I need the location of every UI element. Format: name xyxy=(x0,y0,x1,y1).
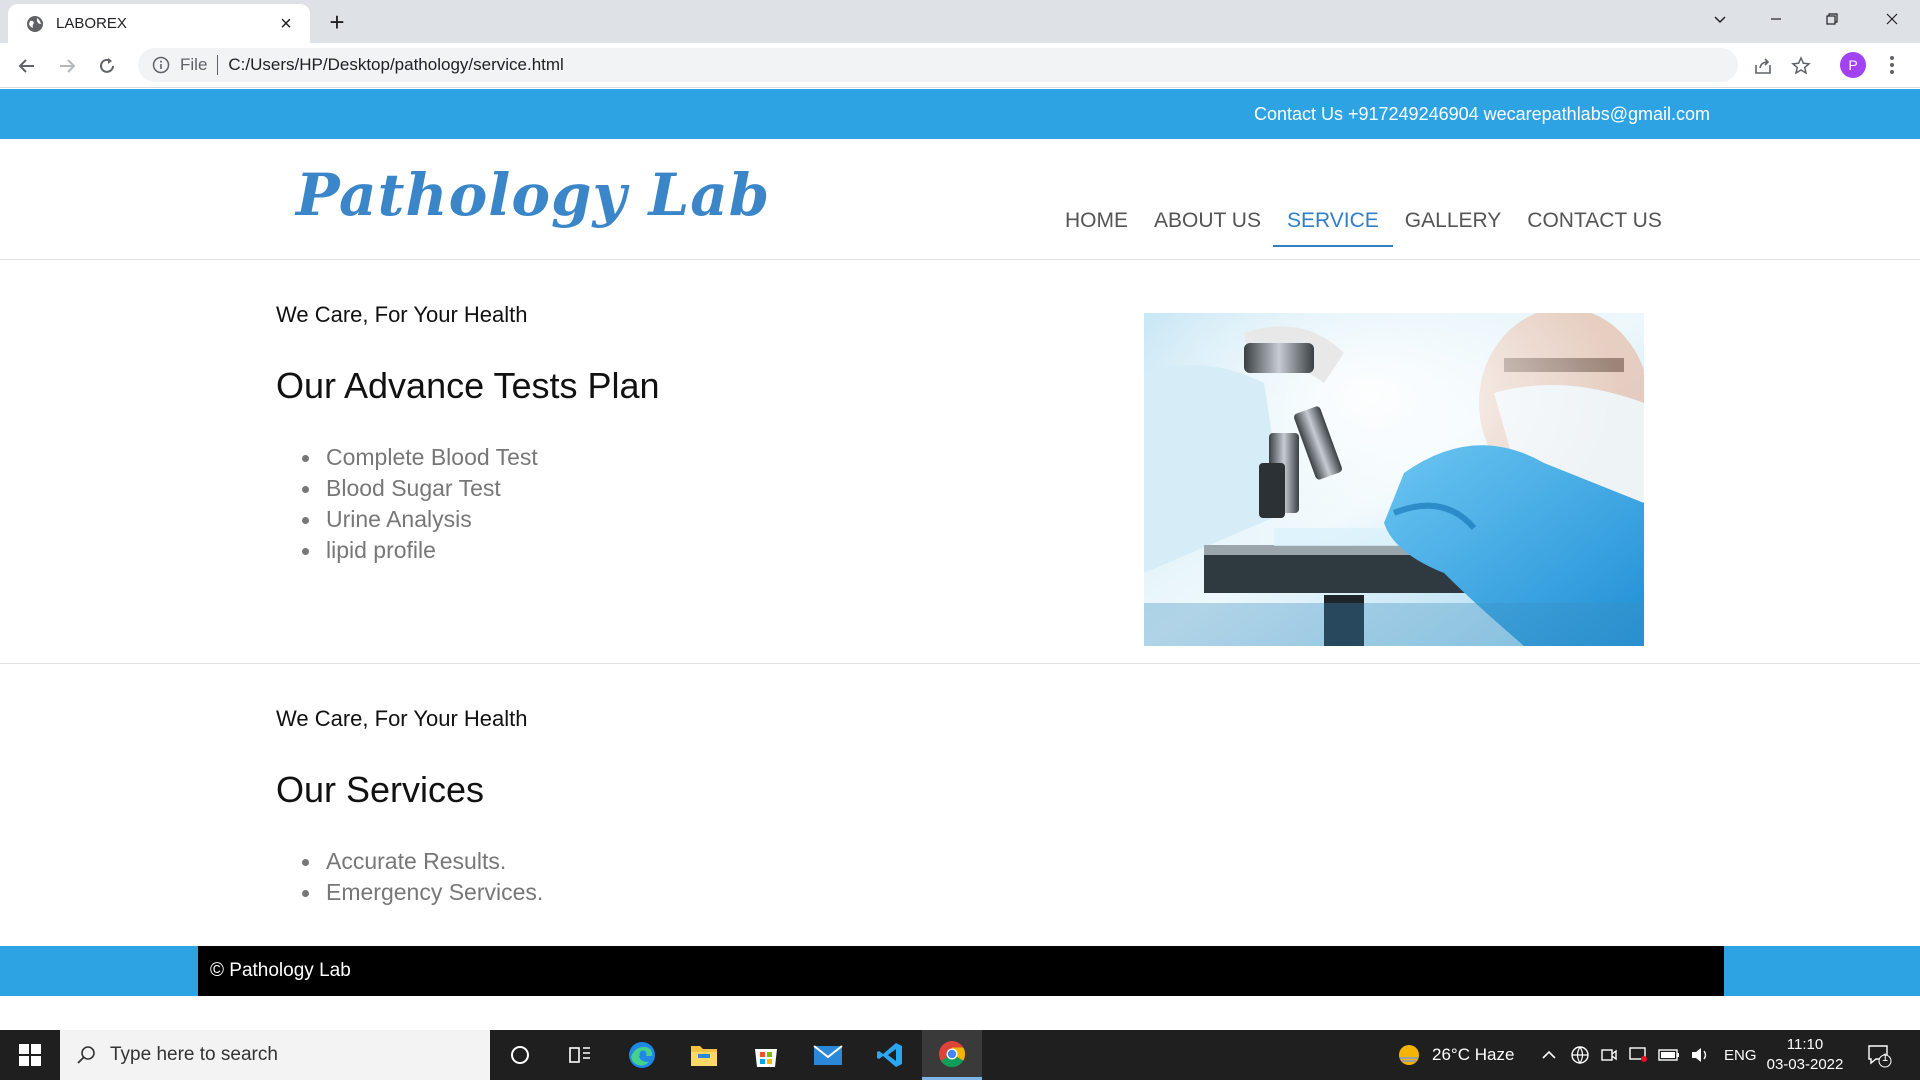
globe-icon xyxy=(27,15,43,32)
clock[interactable]: 11:10 03-03-2022 xyxy=(1760,1035,1850,1075)
new-tab-button[interactable]: + xyxy=(322,8,352,38)
chrome-icon[interactable] xyxy=(922,1030,982,1080)
mail-icon[interactable] xyxy=(798,1030,858,1080)
url-scheme: File xyxy=(180,55,208,74)
windows-start-icon[interactable] xyxy=(0,1030,60,1080)
cortana-icon[interactable] xyxy=(490,1030,550,1080)
section-heading: Our Advance Tests Plan xyxy=(276,365,660,406)
services-section: We Care, For Your Health Our Services Ac… xyxy=(0,664,1920,946)
list-item: lipid profile xyxy=(300,535,538,566)
tab-search-chevron-icon[interactable] xyxy=(1692,0,1748,38)
site-header: Pathology Lab HOME ABOUT US SERVICE GALL… xyxy=(0,139,1920,260)
tray-icons: ENG xyxy=(1540,1030,1757,1080)
list-item: Emergency Services. xyxy=(300,877,543,908)
nav-contact-us[interactable]: CONTACT US xyxy=(1513,209,1676,247)
list-item: Urine Analysis xyxy=(300,504,538,535)
tab-close-icon[interactable]: × xyxy=(276,14,296,34)
forward-arrow-icon[interactable] xyxy=(52,51,82,81)
battery-icon[interactable] xyxy=(1658,1048,1680,1062)
section-heading: Our Services xyxy=(276,769,485,810)
back-arrow-icon[interactable] xyxy=(12,51,42,81)
file-explorer-icon[interactable] xyxy=(674,1030,734,1080)
site-footer: © Pathology Lab xyxy=(0,946,1920,996)
microscope-photo xyxy=(1144,313,1644,646)
notification-center-icon[interactable]: 1 xyxy=(1866,1030,1892,1080)
reload-icon[interactable] xyxy=(92,51,122,81)
meet-icon[interactable] xyxy=(1600,1046,1618,1064)
language-indicator[interactable]: ENG xyxy=(1724,1047,1757,1064)
tests-list: Complete Blood Test Blood Sugar Test Uri… xyxy=(300,442,538,566)
vscode-icon[interactable] xyxy=(860,1030,920,1080)
services-list: Accurate Results. Emergency Services. xyxy=(300,846,543,908)
browser-tab[interactable]: LABOREX × xyxy=(8,4,310,43)
search-icon xyxy=(77,1046,95,1064)
url-divider xyxy=(217,55,219,75)
site-logo[interactable]: Pathology Lab xyxy=(296,161,770,229)
main-nav: HOME ABOUT US SERVICE GALLERY CONTACT US xyxy=(1052,209,1675,247)
browser-tab-bar: LABOREX × + xyxy=(0,0,1920,43)
display-icon[interactable] xyxy=(1628,1046,1648,1064)
close-window-icon[interactable] xyxy=(1864,0,1920,38)
tab-title: LABOREX xyxy=(56,15,127,32)
chevron-up-icon[interactable] xyxy=(1540,1046,1558,1064)
nav-service[interactable]: SERVICE xyxy=(1272,209,1393,247)
list-item: Complete Blood Test xyxy=(300,442,538,473)
info-icon[interactable] xyxy=(152,56,170,74)
bookmark-star-icon[interactable] xyxy=(1788,53,1814,79)
weather-text: 26°C Haze xyxy=(1432,1045,1515,1064)
contact-info: Contact Us +917249246904 wecarepathlabs@… xyxy=(1253,104,1710,124)
address-toolbar: File C:/Users/HP/Desktop/pathology/servi… xyxy=(0,43,1920,88)
clock-time: 11:10 xyxy=(1786,1036,1824,1053)
weather-widget[interactable]: 26°C Haze xyxy=(1396,1030,1514,1080)
nav-gallery[interactable]: GALLERY xyxy=(1391,209,1516,247)
browser-menu-icon[interactable] xyxy=(1882,52,1902,78)
contact-strip: Contact Us +917249246904 wecarepathlabs@… xyxy=(0,89,1920,139)
edge-icon[interactable] xyxy=(612,1030,672,1080)
notification-count: 1 xyxy=(1881,1052,1889,1064)
weather-haze-icon xyxy=(1399,1045,1419,1065)
nav-home[interactable]: HOME xyxy=(1051,209,1142,247)
search-placeholder: Type here to search xyxy=(110,1044,278,1065)
task-view-icon[interactable] xyxy=(550,1030,610,1080)
section-tagline: We Care, For Your Health xyxy=(276,706,528,731)
list-item: Blood Sugar Test xyxy=(300,473,538,504)
footer-copyright: © Pathology Lab xyxy=(210,960,351,981)
list-item: Accurate Results. xyxy=(300,846,543,877)
profile-avatar[interactable]: P xyxy=(1840,52,1866,78)
windows-taskbar: Type here to search 26°C Haze ENG 11:10 … xyxy=(0,1030,1920,1080)
footer-bar: © Pathology Lab xyxy=(198,946,1724,996)
minimize-icon[interactable] xyxy=(1748,0,1804,38)
network-globe-icon[interactable] xyxy=(1570,1045,1590,1065)
taskbar-search[interactable]: Type here to search xyxy=(60,1030,490,1080)
advance-tests-section: We Care, For Your Health Our Advance Tes… xyxy=(0,260,1920,664)
microsoft-store-icon[interactable] xyxy=(736,1030,796,1080)
clock-date: 03-03-2022 xyxy=(1766,1056,1844,1073)
restore-icon[interactable] xyxy=(1804,0,1860,38)
nav-about-us[interactable]: ABOUT US xyxy=(1140,209,1275,247)
url-text[interactable]: C:/Users/HP/Desktop/pathology/service.ht… xyxy=(228,55,563,75)
address-bar[interactable]: File C:/Users/HP/Desktop/pathology/servi… xyxy=(138,48,1738,82)
share-icon[interactable] xyxy=(1750,53,1776,79)
volume-icon[interactable] xyxy=(1690,1046,1710,1064)
section-tagline: We Care, For Your Health xyxy=(276,302,528,327)
